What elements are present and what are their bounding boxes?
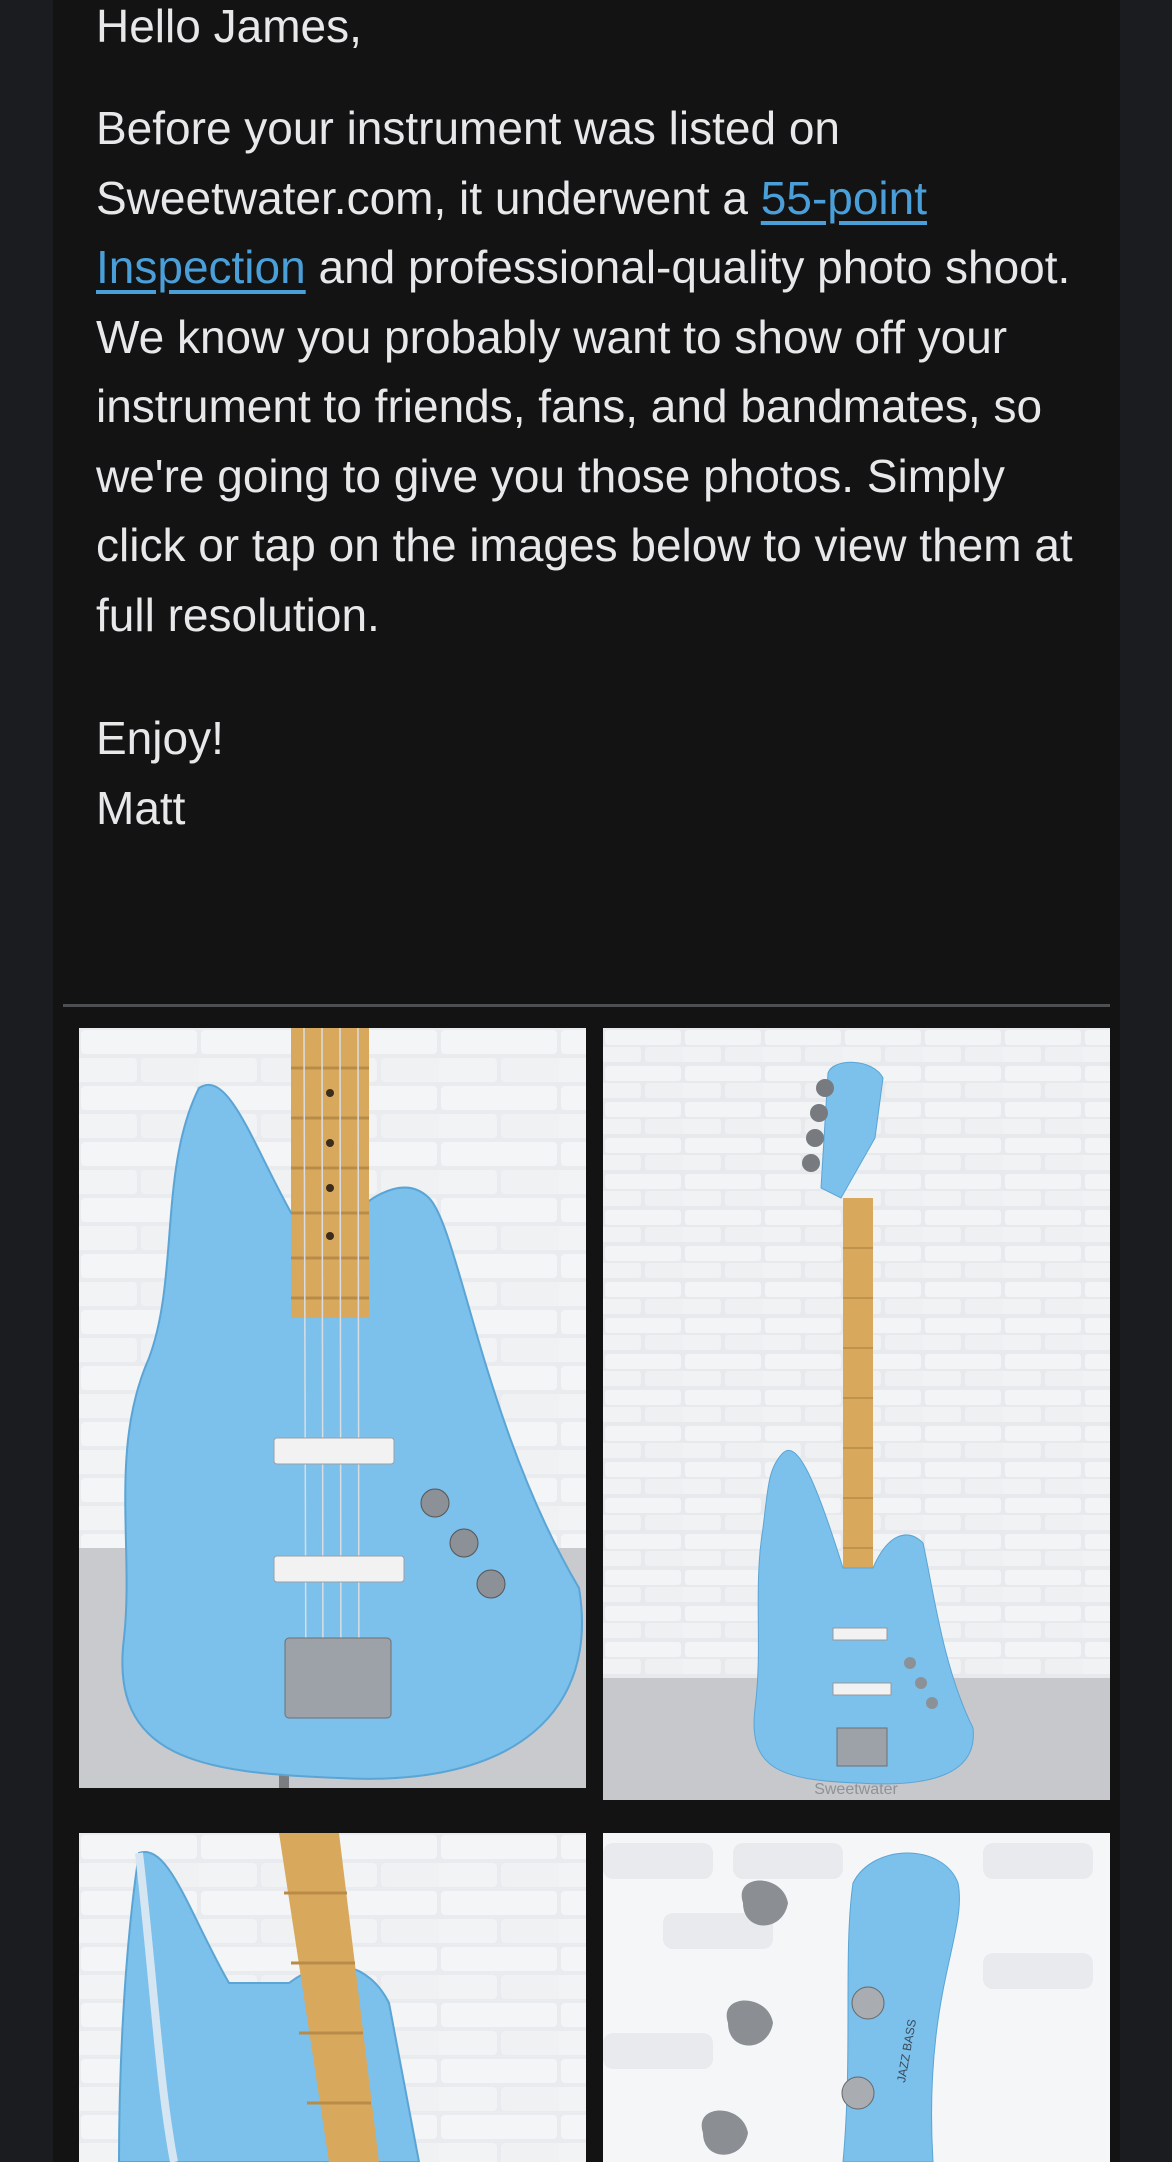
photo-body-angle[interactable]	[79, 1833, 586, 2162]
closing-text: Enjoy!	[96, 712, 224, 764]
photo-full-bass[interactable]: Sweetwater	[603, 1028, 1110, 1800]
guitar-photo-4: JAZZ BASS	[603, 1833, 1110, 2162]
photo-watermark: Sweetwater	[814, 1781, 898, 1798]
sign-off: Enjoy! Matt	[96, 704, 1096, 843]
guitar-photo-1	[79, 1028, 586, 1788]
email-body-paragraph: Before your instrument was listed on Swe…	[96, 94, 1096, 650]
body-text-after-link: and professional-quality photo shoot. We…	[96, 241, 1073, 641]
photo-body-closeup[interactable]	[79, 1028, 586, 1788]
divider	[63, 1004, 1110, 1007]
guitar-photo-2: Sweetwater	[603, 1028, 1110, 1800]
body-text-before-link: Before your instrument was listed on Swe…	[96, 102, 841, 224]
guitar-photo-3	[79, 1833, 586, 2162]
photo-headstock[interactable]: JAZZ BASS	[603, 1833, 1110, 2162]
greeting-text: Hello James,	[96, 0, 362, 52]
signature-text: Matt	[96, 781, 186, 834]
